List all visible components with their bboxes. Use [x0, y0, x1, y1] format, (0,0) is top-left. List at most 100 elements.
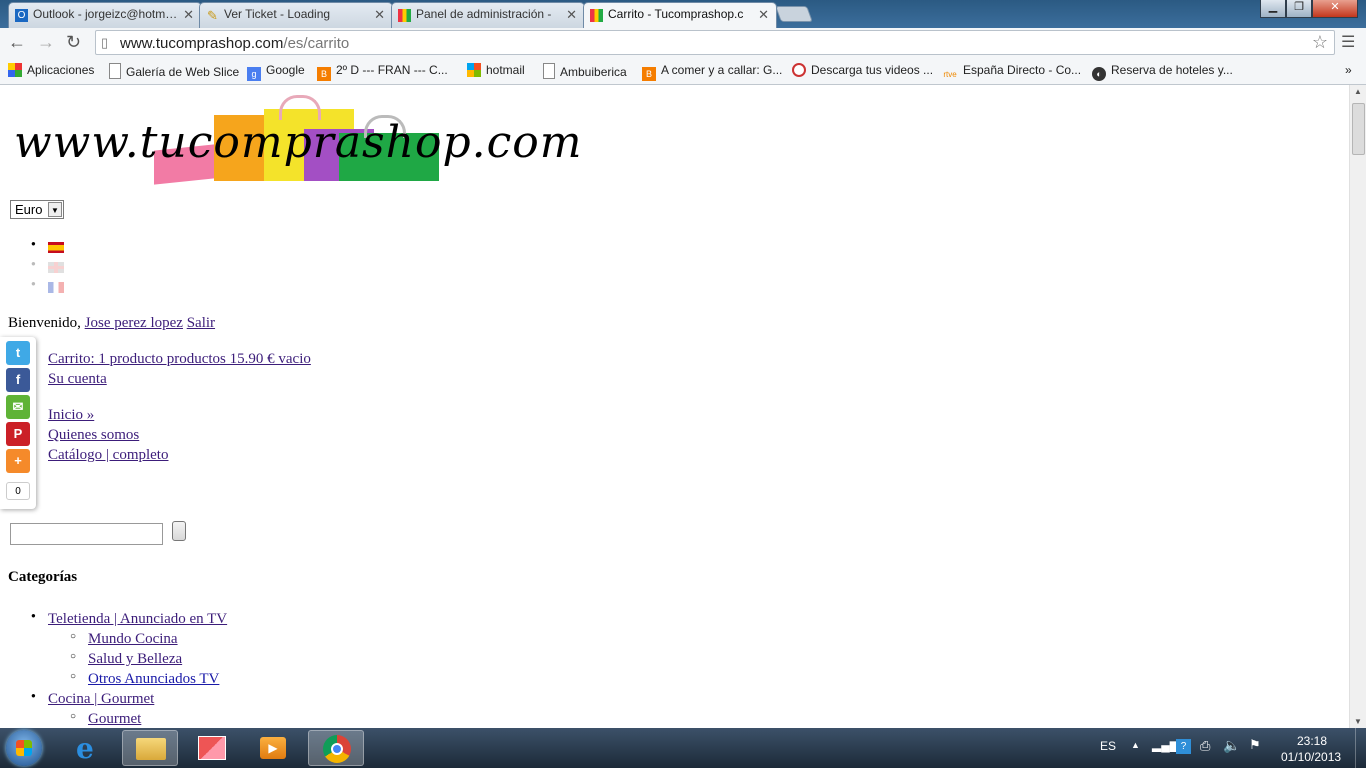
list-bullet: ○ [70, 671, 77, 682]
start-button[interactable] [6, 730, 42, 766]
window-controls: ▁ ❐ ✕ [1260, 0, 1360, 18]
account-link[interactable]: Su cuenta [48, 371, 107, 388]
nav-catalogo[interactable]: Catálogo | completo [48, 447, 168, 464]
address-bar[interactable]: ▯ www.tucomprashop.com/es/carrito ☆ [95, 30, 1335, 55]
target-icon [792, 63, 806, 77]
shop-icon [590, 9, 603, 22]
bookmark-galeria[interactable]: Galería de Web Slice [109, 63, 239, 79]
blogger-icon: B [642, 67, 656, 81]
taskbar-chrome[interactable] [308, 730, 364, 766]
menu-icon[interactable]: ☰ [1341, 32, 1355, 52]
taskbar-app[interactable] [184, 730, 240, 766]
back-icon[interactable]: ← [8, 32, 26, 53]
bookmark-ambuiberica[interactable]: Ambuiberica [543, 63, 627, 79]
shop-icon [398, 9, 411, 22]
list-bullet: ○ [70, 711, 77, 722]
taskbar-media[interactable]: ▶ [245, 730, 301, 766]
maximize-button[interactable]: ❐ [1286, 0, 1312, 18]
blogger-icon: B [317, 67, 331, 81]
welcome-text: Bienvenido, [8, 315, 81, 331]
bookmark-hotmail[interactable]: hotmail [467, 63, 525, 77]
twitter-icon[interactable]: t [6, 341, 30, 365]
logout-link[interactable]: Salir [187, 315, 215, 331]
bookmark-aplicaciones[interactable]: Aplicaciones [8, 63, 94, 77]
tab-carrito[interactable]: Carrito - Tucomprashop.c ✕ [583, 2, 777, 28]
minimize-button[interactable]: ▁ [1260, 0, 1286, 18]
currency-select[interactable]: Euro ▼ [10, 200, 64, 219]
category-mundo-cocina[interactable]: Mundo Cocina [88, 631, 178, 648]
bookmark-reserva-hoteles[interactable]: ◐ Reserva de hoteles y... [1092, 63, 1233, 81]
reload-icon[interactable]: ↻ [66, 32, 81, 53]
page-icon: ▯ [101, 35, 109, 50]
close-icon[interactable]: ✕ [183, 7, 194, 23]
close-icon[interactable]: ✕ [758, 7, 769, 23]
nav-quienes-somos[interactable]: Quienes somos [48, 427, 139, 444]
taskbar-explorer[interactable] [122, 730, 178, 766]
search-input[interactable] [10, 523, 163, 545]
show-hidden-icons[interactable]: ▲ [1131, 740, 1140, 750]
close-icon[interactable]: ✕ [566, 7, 577, 23]
category-salud-belleza[interactable]: Salud y Belleza [88, 651, 182, 668]
pinterest-icon[interactable]: P [6, 422, 30, 446]
show-desktop-button[interactable] [1355, 728, 1366, 768]
internet-explorer-icon: e [76, 732, 94, 765]
bookmark-a-comer[interactable]: BA comer y a callar: G... [642, 63, 782, 81]
new-tab-button[interactable] [775, 6, 813, 22]
chevron-down-icon: ▼ [48, 202, 62, 217]
network-icon[interactable]: ? [1176, 739, 1191, 754]
bookmark-2d-fran[interactable]: B 2º D --- FRAN --- C... [317, 63, 448, 81]
facebook-icon[interactable]: f [6, 368, 30, 392]
app-window-icon [198, 736, 226, 760]
search-button[interactable] [172, 521, 186, 541]
printer-icon[interactable]: ⎙ [1200, 738, 1210, 754]
clock-date[interactable]: 01/10/2013 [1281, 750, 1341, 764]
bookmark-google[interactable]: g Google [247, 63, 305, 81]
category-cocina-gourmet[interactable]: Cocina | Gourmet [48, 691, 154, 708]
share-count: 0 [6, 482, 30, 500]
flag-spain-icon[interactable] [48, 242, 64, 253]
list-bullet: ● [31, 259, 36, 268]
category-teletienda[interactable]: Teletienda | Anunciado en TV [48, 611, 227, 628]
page-scrollbar[interactable]: ▲ ▼ [1349, 85, 1366, 728]
scroll-up-icon[interactable]: ▲ [1354, 87, 1362, 96]
list-bullet: ○ [70, 631, 77, 642]
user-name-link[interactable]: Jose perez lopez [85, 315, 183, 331]
tab-panel-admin[interactable]: Panel de administración - ✕ [391, 2, 585, 28]
logo-text: www.tucomprashop.com [14, 117, 583, 168]
category-otros-anunciados[interactable]: Otros Anunciados TV [88, 671, 219, 688]
flag-france-icon[interactable] [48, 282, 64, 293]
cart-link[interactable]: Carrito: 1 producto productos 15.90 € va… [48, 351, 311, 368]
tab-ver-ticket[interactable]: ✎ Ver Ticket - Loading ✕ [199, 2, 393, 28]
tab-label: Panel de administración - [416, 7, 552, 21]
forward-icon[interactable]: → [37, 32, 55, 53]
media-player-icon: ▶ [260, 737, 286, 759]
nav-inicio[interactable]: Inicio » [48, 407, 94, 424]
bookmarks-more-button[interactable]: » [1345, 63, 1352, 77]
language-indicator[interactable]: ES [1100, 739, 1116, 753]
action-center-flag-icon[interactable]: ⚑ [1249, 737, 1261, 753]
signal-icon[interactable]: ▂▄▆ [1152, 738, 1179, 752]
addthis-icon[interactable]: + [6, 449, 30, 473]
scroll-thumb[interactable] [1352, 103, 1365, 155]
flag-uk-icon[interactable] [48, 262, 64, 273]
apps-grid-icon [8, 63, 22, 77]
window-close-button[interactable]: ✕ [1312, 0, 1358, 18]
clock-time[interactable]: 23:18 [1297, 734, 1327, 748]
bookmark-descarga[interactable]: Descarga tus videos ... [792, 63, 933, 77]
tab-outlook[interactable]: O Outlook - jorgeizc@hotm… ✕ [8, 2, 202, 28]
page-icon [543, 63, 555, 79]
category-gourmet[interactable]: Gourmet [88, 711, 141, 728]
bookmarks-bar: Aplicaciones Galería de Web Slice g Googl… [0, 58, 1366, 85]
bookmark-star-icon[interactable]: ☆ [1312, 32, 1328, 53]
bookmark-espana-directo[interactable]: rtve España Directo - Co... [942, 63, 1081, 82]
close-icon[interactable]: ✕ [374, 7, 385, 23]
scroll-down-icon[interactable]: ▼ [1354, 717, 1362, 726]
site-logo[interactable]: www.tucomprashop.com [14, 91, 624, 187]
taskbar-ie[interactable]: e [62, 730, 118, 766]
page-icon [109, 63, 121, 79]
categories-title: Categorías [8, 569, 78, 585]
email-icon[interactable]: ✉ [6, 395, 30, 419]
volume-icon[interactable]: 🔈 [1223, 737, 1240, 754]
browser-titlebar: O Outlook - jorgeizc@hotm… ✕ ✎ Ver Ticke… [0, 0, 1366, 28]
folder-icon [136, 738, 166, 760]
